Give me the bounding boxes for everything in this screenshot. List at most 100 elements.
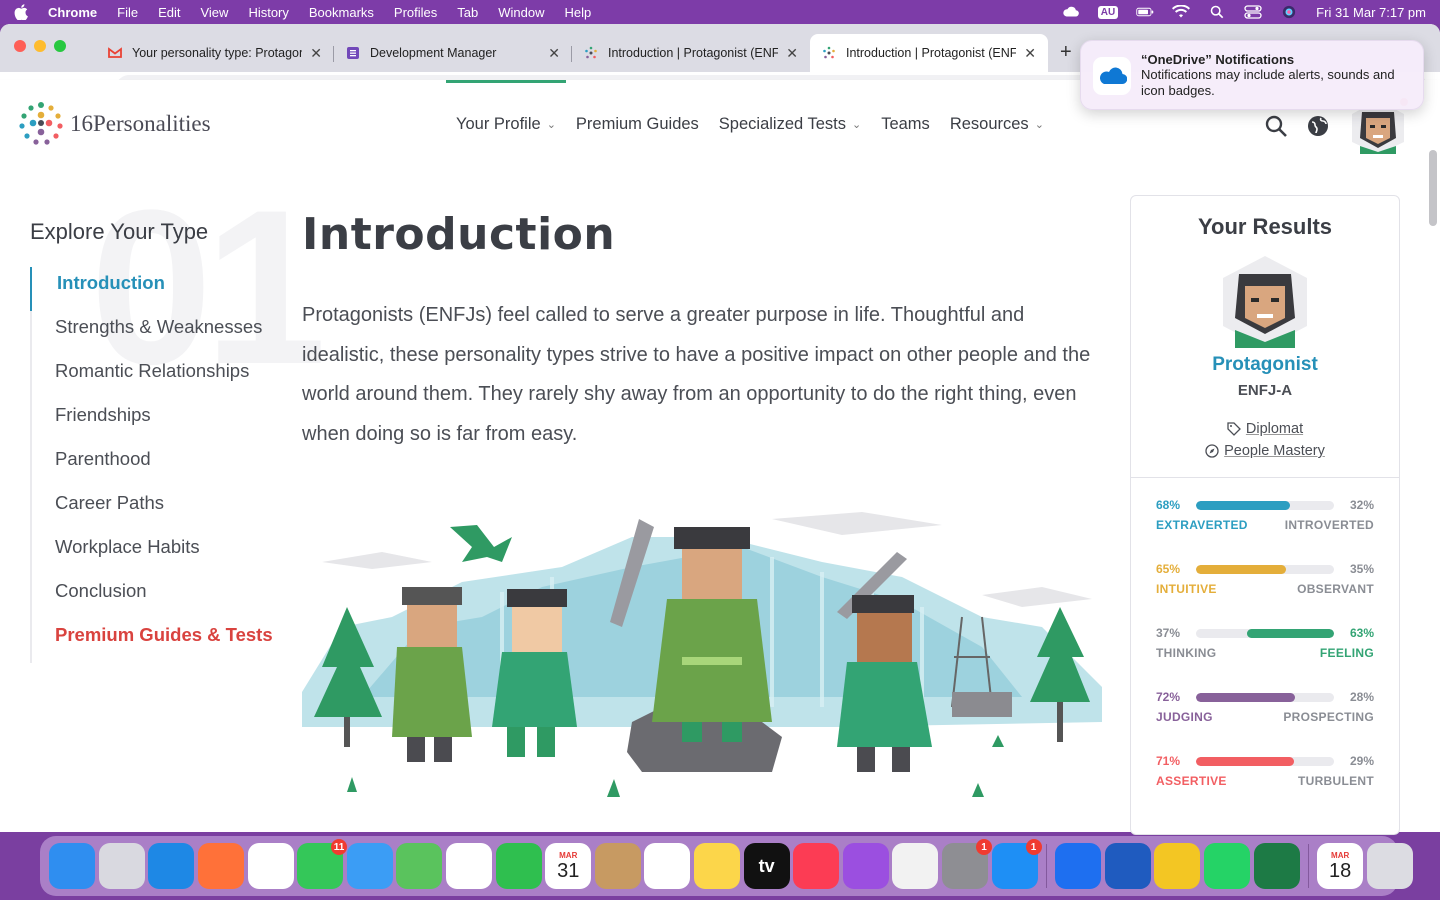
trait-bar-fill	[1247, 628, 1334, 638]
zoom-window-button[interactable]	[54, 40, 66, 52]
globe-icon[interactable]	[1306, 114, 1330, 138]
sidebar-item-conclusion[interactable]: Conclusion	[30, 575, 273, 619]
battery-icon[interactable]	[1136, 5, 1154, 19]
system-settings-icon[interactable]: 1	[941, 839, 992, 889]
role-row[interactable]: Diplomat	[1131, 421, 1399, 437]
browser-tab-16p-active[interactable]: Introduction | Protagonist (ENFJ) ✕	[810, 34, 1048, 72]
messages-icon[interactable]: 11	[297, 839, 348, 889]
trait-tactics[interactable]: 72% 28% JUDGING PROSPECTING	[1156, 670, 1374, 734]
close-tab-icon[interactable]: ✕	[786, 45, 798, 62]
nav-label: Premium Guides	[575, 115, 699, 133]
trait-bar	[1196, 500, 1334, 510]
sidebar-item-romantic-relationships[interactable]: Romantic Relationships	[30, 355, 273, 399]
reminders-icon[interactable]	[644, 843, 691, 889]
menu-app-name[interactable]: Chrome	[48, 5, 97, 20]
trait-energy[interactable]: 68% 32% EXTRAVERTED INTROVERTED	[1156, 478, 1374, 542]
calendar-icon[interactable]: MAR 31	[545, 843, 592, 889]
page-scrollbar[interactable]	[1429, 150, 1437, 226]
launchpad-icon[interactable]	[98, 843, 145, 889]
chrome-icon[interactable]	[247, 843, 294, 889]
nav-your-profile[interactable]: Your Profile ⌄	[446, 80, 566, 169]
browser-tab-forms[interactable]: Development Manager ✕	[334, 34, 572, 72]
facetime-icon[interactable]	[495, 843, 542, 889]
menu-edit[interactable]: Edit	[158, 5, 180, 20]
search-icon[interactable]	[1264, 114, 1288, 138]
nav-resources[interactable]: Resources ⌄	[940, 80, 1054, 169]
photos-icon[interactable]	[446, 843, 493, 889]
menu-profiles[interactable]: Profiles	[394, 5, 437, 20]
trait-identity[interactable]: 71% 29% ASSERTIVE TURBULENT	[1156, 734, 1374, 798]
mail-icon[interactable]	[346, 843, 393, 889]
browser-tab-gmail[interactable]: Your personality type: Protagonist ✕	[96, 34, 334, 72]
trait-bar	[1196, 756, 1334, 766]
excel-icon[interactable]	[1253, 843, 1300, 889]
close-window-button[interactable]	[14, 40, 26, 52]
results-panel: Your Results Protagonist ENFJ-A Diplomat…	[1130, 195, 1400, 835]
trait-nature[interactable]: 37% 63% THINKING FEELING	[1156, 606, 1374, 670]
nav-label: Specialized Tests	[718, 115, 846, 133]
sidebar-item-strengths-weaknesses[interactable]: Strengths & Weaknesses	[30, 311, 273, 355]
sidebar-item-friendships[interactable]: Friendships	[30, 399, 273, 443]
podcasts-icon[interactable]	[842, 843, 889, 889]
safari-icon[interactable]	[148, 843, 195, 889]
menu-bar: Chrome File Edit View History Bookmarks …	[0, 0, 1440, 24]
word-icon[interactable]	[1104, 843, 1151, 889]
control-center-icon[interactable]	[1244, 5, 1262, 19]
menu-help[interactable]: Help	[565, 5, 592, 20]
news-icon[interactable]	[892, 843, 939, 889]
trait-bar-fill	[1196, 564, 1286, 574]
maps-icon[interactable]	[396, 843, 443, 889]
calendar-doc-icon[interactable]: MAR 18	[1317, 843, 1364, 889]
sidebar-item-workplace-habits[interactable]: Workplace Habits	[30, 531, 273, 575]
cloud-icon[interactable]	[1062, 5, 1080, 19]
sidebar-item-introduction[interactable]: Introduction	[30, 267, 273, 311]
wifi-icon[interactable]	[1172, 5, 1191, 19]
nav-teams[interactable]: Teams	[871, 80, 940, 169]
input-source-icon[interactable]: AU	[1097, 5, 1119, 19]
menu-view[interactable]: View	[200, 5, 228, 20]
menu-window[interactable]: Window	[498, 5, 544, 20]
close-tab-icon[interactable]: ✕	[548, 45, 560, 62]
music-icon[interactable]	[793, 843, 840, 889]
minimize-window-button[interactable]	[34, 40, 46, 52]
whatsapp-icon[interactable]	[1203, 843, 1250, 889]
apple-tv-icon[interactable]: tv	[743, 843, 790, 889]
site-logo[interactable]: 16Personalities	[18, 101, 211, 147]
spotlight-search-icon[interactable]	[1208, 5, 1226, 19]
new-tab-icon[interactable]: +	[1060, 41, 1072, 64]
trait-left-pct: 65%	[1156, 562, 1181, 576]
onedrive-notification[interactable]: “OneDrive” Notifications Notifications m…	[1080, 40, 1424, 110]
firefox-icon[interactable]	[198, 843, 245, 889]
apple-icon[interactable]	[14, 4, 28, 20]
type-name-link[interactable]: Protagonist	[1131, 354, 1399, 376]
app-store-icon[interactable]: 1	[991, 839, 1042, 889]
sidebar-item-parenthood[interactable]: Parenthood	[30, 443, 273, 487]
close-tab-icon[interactable]: ✕	[310, 45, 322, 62]
menu-tab[interactable]: Tab	[457, 5, 478, 20]
trash-icon[interactable]	[1366, 843, 1413, 889]
nav-specialized-tests[interactable]: Specialized Tests ⌄	[709, 80, 871, 169]
siri-icon[interactable]	[1280, 5, 1298, 19]
sidebar-item-career-paths[interactable]: Career Paths	[30, 487, 273, 531]
strategy-row[interactable]: People Mastery	[1131, 443, 1399, 459]
menu-bookmarks[interactable]: Bookmarks	[309, 5, 374, 20]
menubar-clock[interactable]: Fri 31 Mar 7:17 pm	[1316, 5, 1426, 20]
contacts-icon[interactable]	[594, 843, 641, 889]
sidebar-item-premium-guides[interactable]: Premium Guides & Tests	[30, 619, 273, 663]
16personalities-logo-icon	[19, 102, 63, 145]
nav-premium-guides[interactable]: Premium Guides	[566, 80, 709, 169]
tab-title: Your personality type: Protagonist	[132, 46, 303, 60]
trait-bar	[1196, 628, 1334, 638]
browser-tab-16p[interactable]: Introduction | Protagonist (ENFJ) ✕	[572, 34, 810, 72]
finder-icon[interactable]	[49, 843, 96, 889]
menu-history[interactable]: History	[248, 5, 288, 20]
forms-icon	[347, 47, 359, 59]
chevron-down-icon: ⌄	[851, 119, 862, 131]
trait-mind[interactable]: 65% 35% INTUITIVE OBSERVANT	[1156, 542, 1374, 606]
notes-icon[interactable]	[694, 843, 741, 889]
trait-right-label: PROSPECTING	[1283, 710, 1374, 724]
menu-file[interactable]: File	[117, 5, 138, 20]
close-tab-icon[interactable]: ✕	[1024, 45, 1036, 62]
bluetooth-icon[interactable]	[1055, 843, 1102, 889]
chrome-canary-icon[interactable]	[1154, 843, 1201, 889]
